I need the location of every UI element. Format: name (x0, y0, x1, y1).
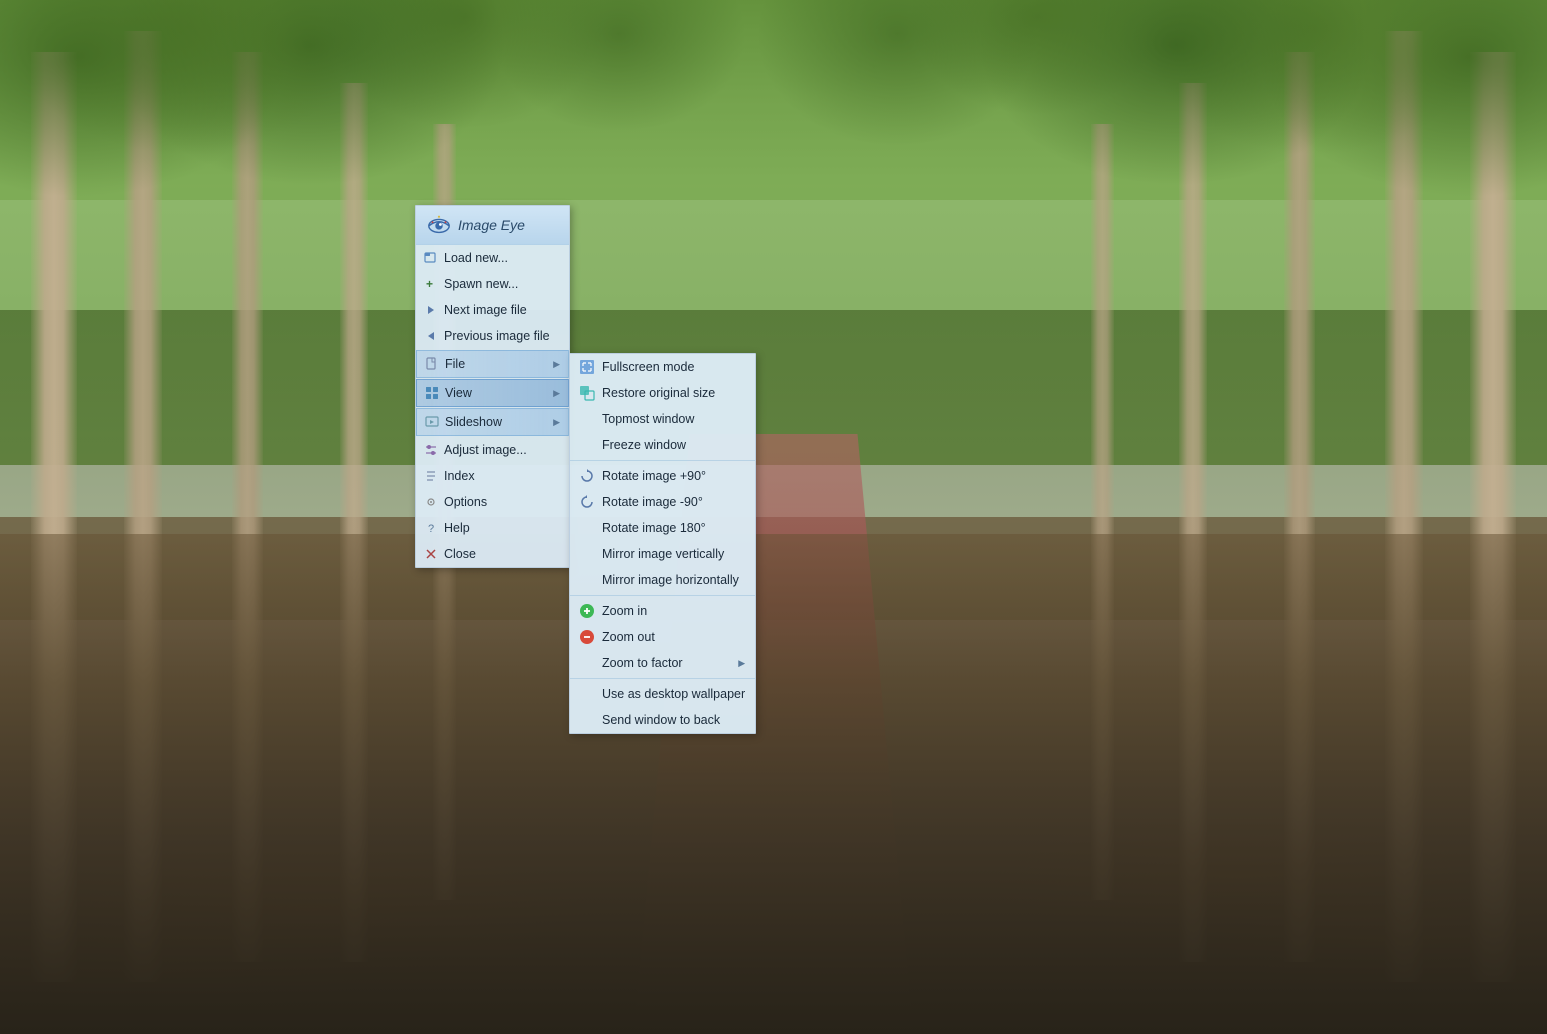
svg-text:+: + (426, 277, 433, 291)
view-icon (423, 384, 441, 402)
load-new-icon (422, 249, 440, 267)
next-image-icon (422, 301, 440, 319)
zoom-in-label: Zoom in (602, 604, 745, 618)
rotate-180-label: Rotate image 180° (602, 521, 745, 535)
menu-item-load-new[interactable]: Load new... (416, 245, 569, 271)
help-label: Help (444, 521, 561, 535)
view-label: View (445, 386, 545, 400)
submenu-restore-size[interactable]: Restore original size (570, 380, 755, 406)
mirror-v-label: Mirror image vertically (602, 547, 745, 561)
adjust-icon (422, 441, 440, 459)
app-title: Image Eye (458, 217, 525, 233)
rotate-180-icon (578, 519, 596, 537)
submenu-rotate-cw[interactable]: Rotate image +90° (570, 463, 755, 489)
zoom-in-icon (578, 602, 596, 620)
menu-item-file[interactable]: File ▶ (416, 350, 569, 378)
app-icon (426, 212, 452, 238)
slideshow-label: Slideshow (445, 415, 545, 429)
wallpaper-label: Use as desktop wallpaper (602, 687, 745, 701)
zoom-factor-arrow: ▶ (738, 658, 745, 669)
mirror-h-label: Mirror image horizontally (602, 573, 745, 587)
leaves-ground (0, 414, 1547, 1034)
menu-item-help[interactable]: ? Help (416, 515, 569, 541)
menu-item-prev-image[interactable]: Previous image file (416, 323, 569, 349)
submenu-sep-3 (570, 678, 755, 679)
wallpaper-icon (578, 685, 596, 703)
submenu-send-back[interactable]: Send window to back (570, 707, 755, 733)
next-image-label: Next image file (444, 303, 561, 317)
send-back-label: Send window to back (602, 713, 745, 727)
options-icon (422, 493, 440, 511)
file-label: File (445, 357, 545, 371)
prev-image-label: Previous image file (444, 329, 561, 343)
context-menu-wrapper: Image Eye Load new... + Spawn new... Nex… (415, 205, 756, 734)
menu-item-slideshow[interactable]: Slideshow ▶ (416, 408, 569, 436)
restore-size-icon (578, 384, 596, 402)
view-submenu: Fullscreen mode Restore original size To… (569, 353, 756, 734)
main-context-menu: Image Eye Load new... + Spawn new... Nex… (415, 205, 570, 568)
ground (0, 517, 1547, 1034)
close-label: Close (444, 547, 561, 561)
adjust-image-label: Adjust image... (444, 443, 561, 457)
mirror-v-icon (578, 545, 596, 563)
background (0, 0, 1547, 1034)
submenu-topmost[interactable]: Topmost window (570, 406, 755, 432)
spawn-new-label: Spawn new... (444, 277, 561, 291)
slideshow-submenu-arrow: ▶ (553, 417, 560, 428)
submenu-sep-2 (570, 595, 755, 596)
rotate-cw-icon (578, 467, 596, 485)
zoom-out-icon (578, 628, 596, 646)
freeze-icon (578, 436, 596, 454)
submenu-freeze[interactable]: Freeze window (570, 432, 755, 458)
menu-item-view[interactable]: View ▶ (416, 379, 569, 407)
menu-item-close[interactable]: Close (416, 541, 569, 567)
close-icon (422, 545, 440, 563)
menu-item-adjust-image[interactable]: Adjust image... (416, 437, 569, 463)
help-icon: ? (422, 519, 440, 537)
topmost-label: Topmost window (602, 412, 745, 426)
options-label: Options (444, 495, 561, 509)
submenu-fullscreen[interactable]: Fullscreen mode (570, 354, 755, 380)
zoom-out-label: Zoom out (602, 630, 745, 644)
file-submenu-arrow: ▶ (553, 359, 560, 370)
submenu-mirror-v[interactable]: Mirror image vertically (570, 541, 755, 567)
submenu-zoom-out[interactable]: Zoom out (570, 624, 755, 650)
view-submenu-arrow: ▶ (553, 388, 560, 399)
submenu-zoom-factor[interactable]: Zoom to factor ▶ (570, 650, 755, 676)
submenu-mirror-h[interactable]: Mirror image horizontally (570, 567, 755, 593)
zoom-factor-label: Zoom to factor (602, 656, 728, 670)
submenu-wallpaper[interactable]: Use as desktop wallpaper (570, 681, 755, 707)
freeze-label: Freeze window (602, 438, 745, 452)
spawn-new-icon: + (422, 275, 440, 293)
app-header: Image Eye (416, 206, 569, 245)
slideshow-icon (423, 413, 441, 431)
submenu-zoom-in[interactable]: Zoom in (570, 598, 755, 624)
file-icon (423, 355, 441, 373)
index-label: Index (444, 469, 561, 483)
prev-image-icon (422, 327, 440, 345)
send-back-icon (578, 711, 596, 729)
rotate-cw-label: Rotate image +90° (602, 469, 745, 483)
rotate-ccw-icon (578, 493, 596, 511)
submenu-rotate-ccw[interactable]: Rotate image -90° (570, 489, 755, 515)
svg-text:?: ? (428, 523, 434, 535)
menu-item-spawn-new[interactable]: + Spawn new... (416, 271, 569, 297)
topmost-icon (578, 410, 596, 428)
index-icon (422, 467, 440, 485)
submenu-rotate-180[interactable]: Rotate image 180° (570, 515, 755, 541)
menu-item-next-image[interactable]: Next image file (416, 297, 569, 323)
load-new-label: Load new... (444, 251, 561, 265)
menu-item-options[interactable]: Options (416, 489, 569, 515)
fullscreen-icon (578, 358, 596, 376)
mirror-h-icon (578, 571, 596, 589)
menu-item-index[interactable]: Index (416, 463, 569, 489)
rotate-ccw-label: Rotate image -90° (602, 495, 745, 509)
restore-size-label: Restore original size (602, 386, 745, 400)
zoom-factor-icon (578, 654, 596, 672)
fullscreen-label: Fullscreen mode (602, 360, 745, 374)
submenu-sep-1 (570, 460, 755, 461)
